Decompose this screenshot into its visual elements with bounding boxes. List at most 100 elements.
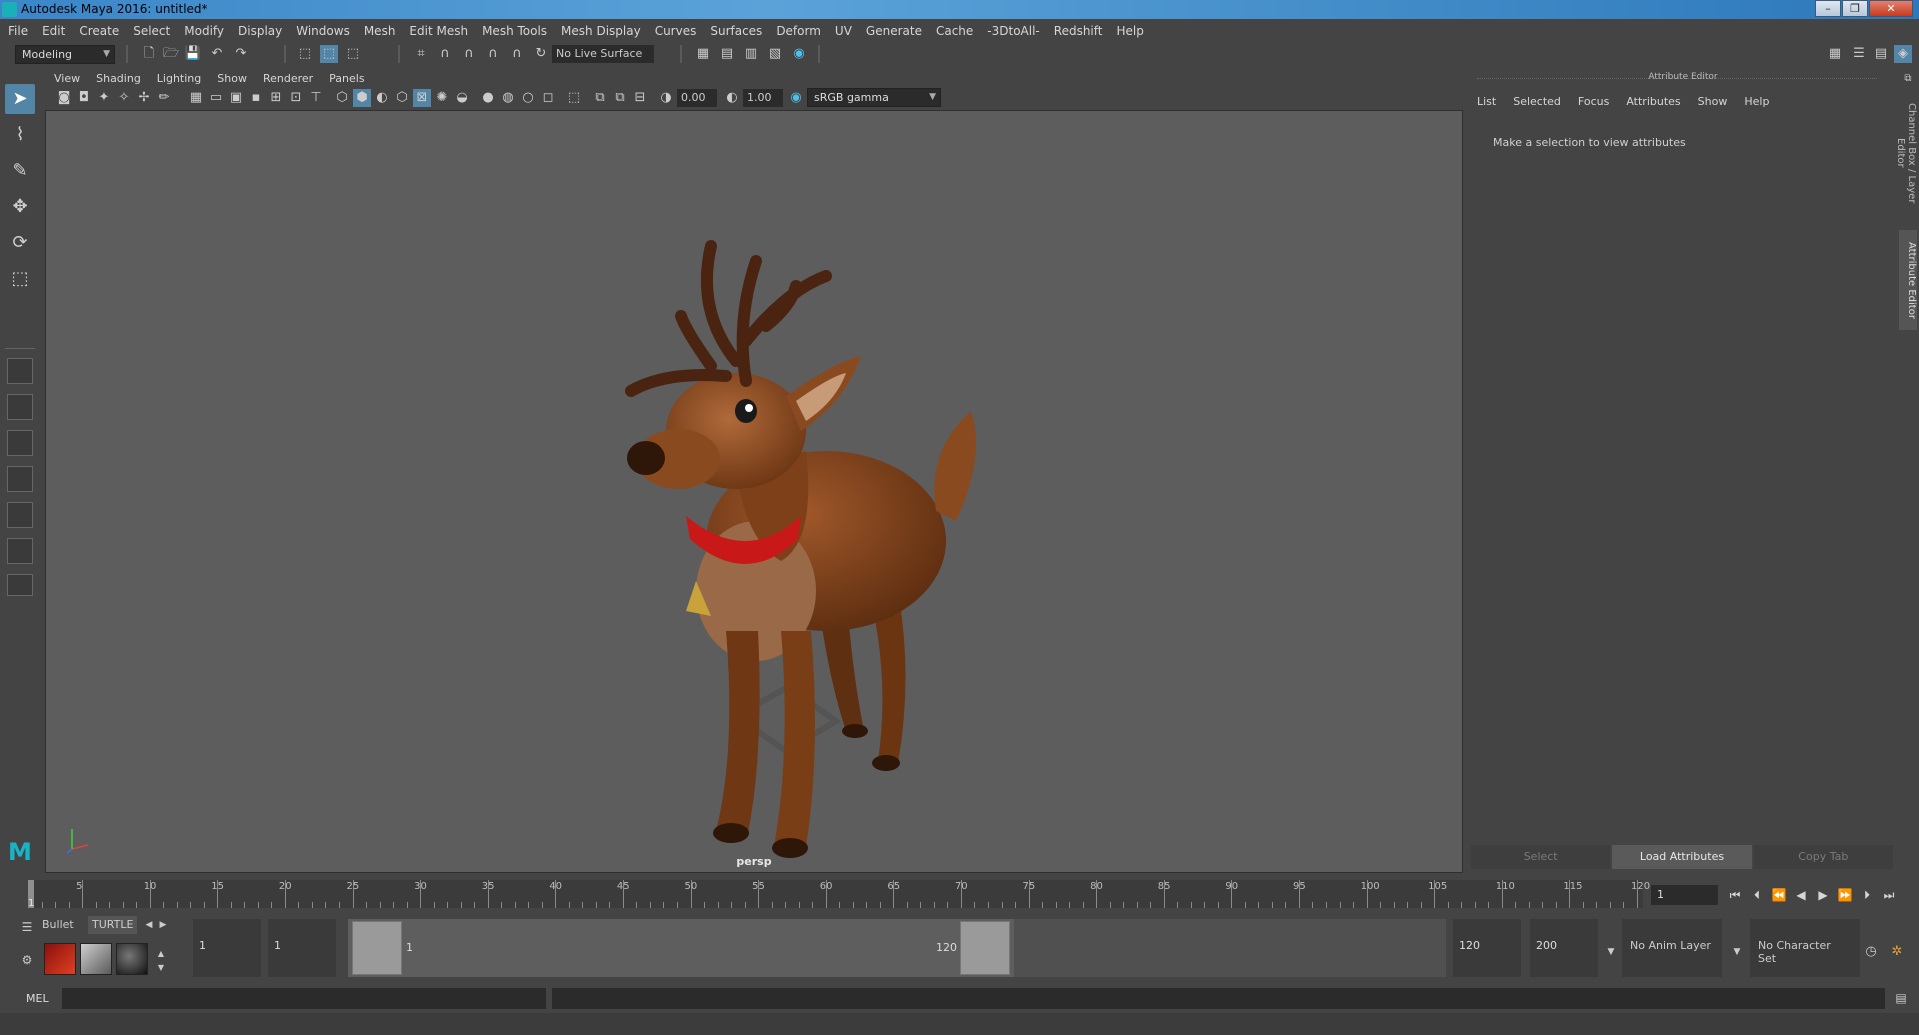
menu-file[interactable]: File [8,24,28,38]
camera-attributes-icon[interactable]: ◘ [75,89,93,107]
channel-box-icon[interactable]: ◈ [1894,45,1912,63]
range-end-handle[interactable] [960,921,1010,975]
textured-icon[interactable]: ⊠ [413,89,431,107]
ae-copy-tab-button[interactable]: Copy Tab [1753,845,1893,869]
menu-edit-mesh[interactable]: Edit Mesh [409,24,468,38]
menu-uv[interactable]: UV [835,24,852,38]
shadows-icon[interactable]: ◒ [453,89,471,107]
close-button[interactable]: ✕ [1869,0,1913,17]
motion-blur-icon[interactable]: ◍ [499,89,517,107]
gamma-field[interactable]: 1.00 [743,89,783,107]
menu-modify[interactable]: Modify [184,24,224,38]
command-input[interactable] [62,988,546,1009]
four-pane-layout-icon[interactable] [7,394,33,420]
depth-of-field-icon[interactable]: ◻ [539,89,557,107]
snap-grid-icon[interactable]: ⌗ [412,45,430,63]
xray-components-icon[interactable]: ⊟ [631,89,649,107]
turtle-render-icon[interactable] [44,943,76,975]
turtle-bake-icon[interactable] [80,943,112,975]
menu-create[interactable]: Create [79,24,119,38]
menu-generate[interactable]: Generate [866,24,922,38]
paint-select-tool-icon[interactable]: ✎ [5,156,35,186]
screen-space-ao-icon[interactable]: ● [479,89,497,107]
ae-menu-list[interactable]: List [1477,95,1496,108]
wireframe-icon[interactable]: ⬡ [333,89,351,107]
default-material-icon[interactable]: ◐ [373,89,391,107]
end-time-field[interactable]: 200 [1530,919,1598,977]
safe-action-icon[interactable]: ⊡ [287,89,305,107]
menu-mesh[interactable]: Mesh [364,24,396,38]
persp-outliner-layout-icon[interactable] [7,502,33,528]
custom-layout-icon[interactable] [7,574,33,596]
lasso-tool-icon[interactable]: ⌇ [5,120,35,150]
time-ruler[interactable]: 1 5 10 15 20 25 30 35 40 45 50 55 60 65 70 75 80 85 90 95 1… [28,880,1650,909]
go-to-start-icon[interactable]: ⏮ [1726,886,1744,904]
2d-pan-zoom-icon[interactable]: ✢ [135,89,153,107]
maximize-button[interactable]: ❐ [1842,0,1868,17]
rotate-tool-icon[interactable]: ⟳ [5,228,35,258]
snap-surface-icon[interactable]: ∩ [508,45,526,63]
menu-mesh-display[interactable]: Mesh Display [561,24,641,38]
step-forward-icon[interactable]: ⏵ [1858,886,1876,904]
minimize-button[interactable]: – [1815,0,1841,17]
ae-menu-show[interactable]: Show [1698,95,1728,108]
save-scene-icon[interactable]: 💾 [184,45,202,63]
character-set-dropdown[interactable]: No Character Set [1750,919,1860,977]
panel-menu-renderer[interactable]: Renderer [263,72,313,85]
select-hierarchy-icon[interactable]: ⬚ [296,45,314,63]
current-frame-field[interactable]: 1 [1651,885,1718,905]
ae-select-button[interactable]: Select [1471,845,1611,869]
view-transform-icon[interactable]: ◉ [787,89,805,107]
hypershade-icon[interactable]: ◉ [790,45,808,63]
exposure-icon[interactable]: ◑ [657,89,675,107]
live-surface-field[interactable]: No Live Surface [552,45,654,63]
menu-windows[interactable]: Windows [296,24,350,38]
playback-end-field[interactable]: 120 [1453,919,1521,977]
play-backwards-icon[interactable]: ◀ [1792,886,1810,904]
menu-display[interactable]: Display [238,24,282,38]
anim-preferences-icon[interactable]: ✲ [1888,943,1906,961]
ae-menu-selected[interactable]: Selected [1513,95,1561,108]
persp-graph-layout-icon[interactable] [7,466,33,492]
scale-tool-icon[interactable]: ⬚ [5,264,35,294]
snap-point-icon[interactable]: ∩ [460,45,478,63]
playback-start-field[interactable]: 1 [268,919,336,977]
ae-menu-help[interactable]: Help [1744,95,1769,108]
isolate-select-icon[interactable]: ⬚ [565,89,583,107]
menu-curves[interactable]: Curves [655,24,697,38]
render-frame-icon[interactable]: ▤ [718,45,736,63]
workspace-icon[interactable]: ▦ [1826,45,1844,63]
go-to-end-icon[interactable]: ⏭ [1880,886,1898,904]
ae-menu-attributes[interactable]: Attributes [1626,95,1680,108]
undo-icon[interactable]: ↶ [208,45,226,63]
anim-layer-dropdown[interactable]: No Anim Layer [1622,919,1722,977]
shelf-scroll-down-icon[interactable]: ▼ [152,959,170,977]
panel-menu-view[interactable]: View [54,72,80,85]
single-pane-layout-icon[interactable] [7,358,33,384]
persp-hypershade-layout-icon[interactable] [7,538,33,564]
step-forward-key-icon[interactable]: ⏩ [1836,886,1854,904]
redo-icon[interactable]: ↷ [232,45,250,63]
menu-select[interactable]: Select [133,24,170,38]
menuset-dropdown[interactable]: Modeling ▼ [15,45,115,64]
shelf-tab-turtle[interactable]: TURTLE [88,916,138,934]
panel-menu-show[interactable]: Show [217,72,247,85]
colorspace-dropdown[interactable]: sRGB gamma ▼ [807,88,941,107]
select-component-icon[interactable]: ⬚ [344,45,362,63]
safe-title-icon[interactable]: ⊤ [307,89,325,107]
turtle-sphere-icon[interactable] [116,943,148,975]
menu-3dtoall[interactable]: -3DtoAll- [987,24,1039,38]
anti-aliasing-icon[interactable]: ○ [519,89,537,107]
tab-attribute-editor[interactable]: Attribute Editor [1899,230,1917,330]
range-start-handle[interactable] [352,921,402,975]
range-slider-bar[interactable] [348,919,1014,977]
panel-menu-panels[interactable]: Panels [329,72,364,85]
bookmark-icon[interactable]: ✦ [95,89,113,107]
xray-icon[interactable]: ⧉ [591,89,609,107]
wireframe-on-shaded-icon[interactable]: ⬡ [393,89,411,107]
image-plane-icon[interactable]: ✧ [115,89,133,107]
menu-deform[interactable]: Deform [776,24,821,38]
gamma-icon[interactable]: ◐ [723,89,741,107]
smooth-shade-icon[interactable]: ⬢ [353,89,371,107]
film-gate-icon[interactable]: ▭ [207,89,225,107]
